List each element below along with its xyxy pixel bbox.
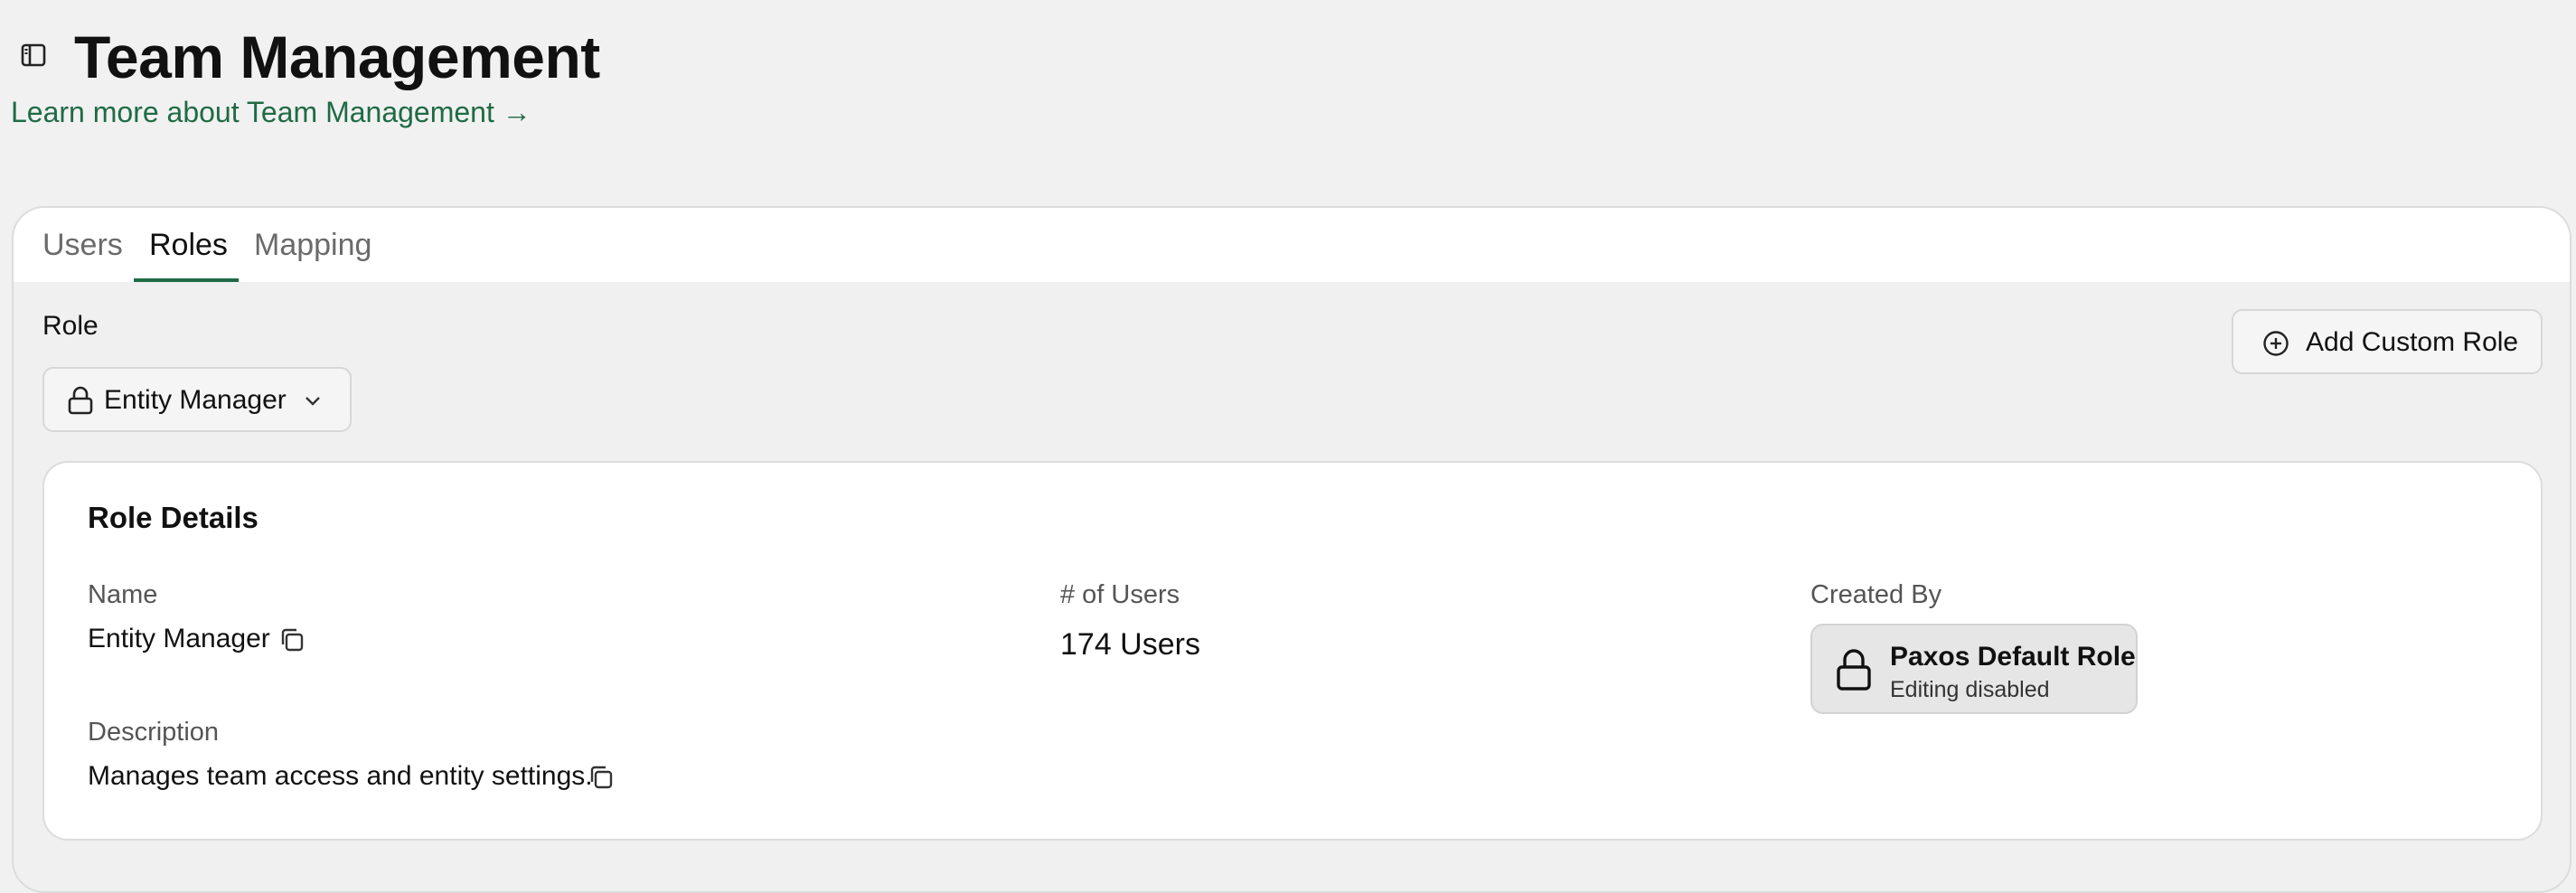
name-label: Name [88, 580, 158, 609]
copy-icon[interactable] [587, 763, 616, 792]
plus-circle-icon [2262, 330, 2289, 357]
created-by-title: Paxos Default Role [1890, 642, 2136, 672]
created-by-badge: Paxos Default Role Editing disabled [1810, 624, 2138, 714]
copy-icon[interactable] [277, 625, 306, 654]
tab-roles[interactable]: Roles [149, 226, 228, 280]
lock-icon [66, 385, 95, 416]
role-label: Role [42, 311, 99, 341]
page-title: Team Management [74, 24, 600, 90]
users-count-label: # of Users [1060, 580, 1180, 609]
role-details-title: Role Details [88, 501, 259, 534]
users-count-value: 174 Users [1060, 627, 1200, 662]
name-value: Entity Manager [88, 624, 270, 653]
chevron-down-icon [303, 390, 323, 410]
tab-mapping[interactable]: Mapping [254, 226, 371, 280]
created-by-subtitle: Editing disabled [1890, 677, 2050, 702]
active-tab-indicator [134, 278, 239, 282]
lock-icon [1834, 647, 1874, 692]
team-management-panel: Users Roles Mapping Role Entity Manager [12, 206, 2571, 893]
learn-more-link[interactable]: Learn more about Team Management → [11, 94, 531, 130]
sidebar-toggle-icon[interactable] [20, 42, 47, 68]
description-label: Description [88, 718, 220, 747]
add-custom-role-button[interactable]: Add Custom Role [2232, 309, 2543, 374]
add-custom-role-label: Add Custom Role [2306, 327, 2519, 357]
created-by-label: Created By [1810, 580, 1942, 609]
role-dropdown-value: Entity Manager [104, 385, 287, 415]
role-details-card: Role Details Name Entity Manager # of Us… [42, 461, 2543, 841]
role-dropdown[interactable]: Entity Manager [42, 367, 352, 432]
tab-users[interactable]: Users [42, 226, 123, 280]
tab-bar: Users Roles Mapping [14, 208, 2570, 282]
description-value: Manages team access and entity settings. [88, 761, 593, 791]
